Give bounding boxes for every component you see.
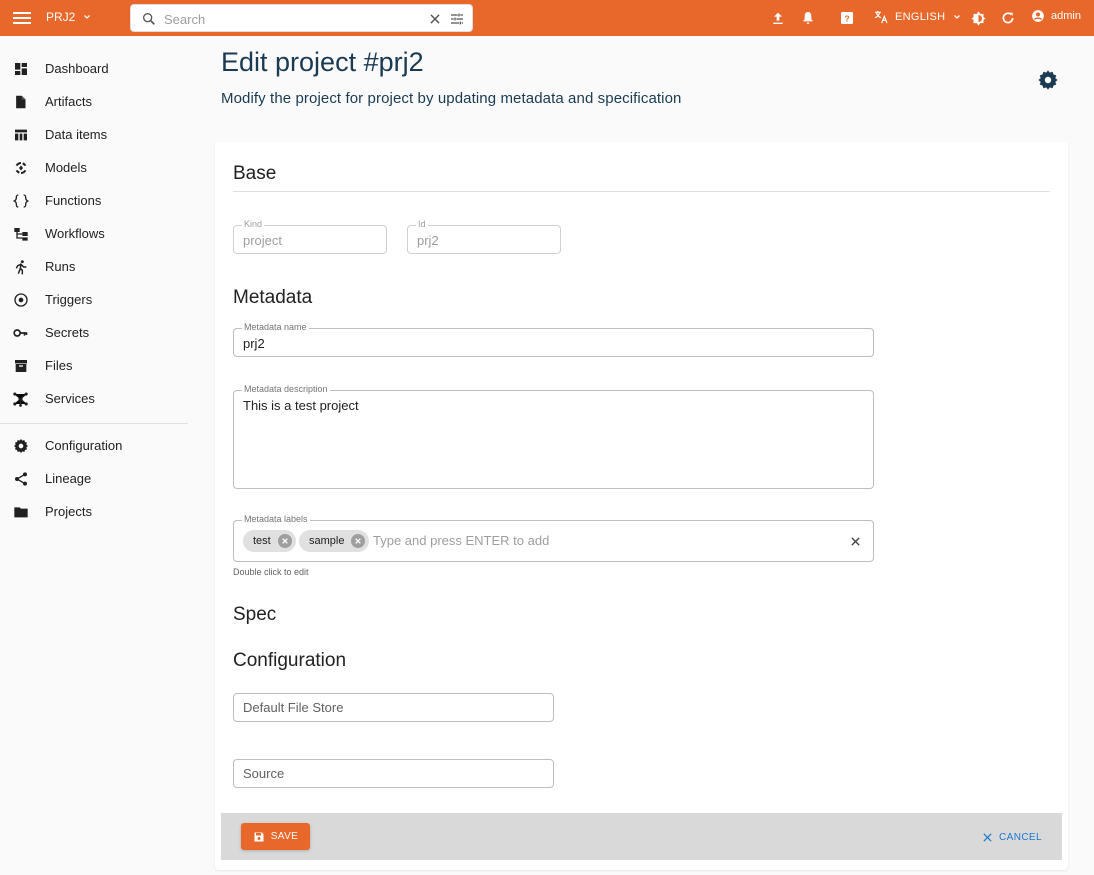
source-field[interactable] [233,759,554,788]
labels-helper-text: Double click to edit [233,567,309,577]
table-icon [12,126,29,143]
sidebar-item-lineage[interactable]: Lineage [0,462,188,495]
key-icon [12,324,29,341]
sidebar-item-secrets[interactable]: Secrets [0,316,188,349]
gear-icon [12,437,29,454]
sidebar-item-configuration[interactable]: Configuration [0,429,188,462]
sidebar: Dashboard Artifacts Data items Models Fu… [0,36,188,875]
trigger-icon [12,291,29,308]
save-icon [254,832,264,841]
section-base-heading: Base [233,163,277,184]
metadata-name-field[interactable]: Metadata name prj2 [233,322,874,357]
project-name: PRJ2 [46,10,76,24]
kind-label: Kind [242,219,265,229]
chip-label: sample [309,535,345,547]
sidebar-item-workflows[interactable]: Workflows [0,217,188,250]
dashboard-icon [12,60,29,77]
chip-label: test [253,535,271,547]
braces-icon [12,192,29,209]
sidebar-item-services[interactable]: Services [0,382,188,415]
theme-icon[interactable] [969,9,987,27]
sidebar-item-triggers[interactable]: Triggers [0,283,188,316]
default-file-store-input[interactable] [243,700,531,715]
kind-value: project [243,233,283,248]
metadata-name-label: Metadata name [242,322,309,332]
sidebar-item-files[interactable]: Files [0,349,188,382]
section-metadata-heading: Metadata [233,287,313,308]
search-input[interactable] [164,9,414,29]
file-icon [12,93,29,110]
run-icon [12,258,29,275]
model-icon [12,159,29,176]
form-toolbar [221,813,1062,860]
account-circle-icon [1032,10,1044,22]
sidebar-item-data-items[interactable]: Data items [0,118,188,151]
save-button[interactable]: SAVE [241,823,310,850]
upload-icon[interactable] [769,9,787,27]
search-icon [143,12,155,25]
sidebar-item-models[interactable]: Models [0,151,188,184]
metadata-description-label: Metadata description [242,384,330,394]
page-subtitle: Modify the project for project by updati… [221,90,682,107]
cancel-label: CANCEL [999,831,1042,843]
section-divider [233,191,1050,192]
clear-labels-icon[interactable] [850,536,861,547]
id-label: Id [416,219,428,229]
default-file-store-field[interactable] [233,693,554,722]
kind-field: Kind project [233,219,387,254]
share-icon [12,470,29,487]
label-chip-test[interactable]: test [243,530,296,552]
workflow-icon [12,225,29,242]
close-icon [983,832,992,842]
search-box [130,4,473,32]
user-menu[interactable]: admin [1031,9,1081,23]
sidebar-item-artifacts[interactable]: Artifacts [0,85,188,118]
refresh-icon[interactable] [999,9,1017,27]
metadata-name-value[interactable]: prj2 [243,336,265,351]
id-value: prj2 [417,233,439,248]
section-spec-heading: Spec [233,604,277,625]
tune-icon[interactable] [449,11,465,27]
chip-remove-icon[interactable] [351,534,366,548]
metadata-description-field[interactable]: Metadata description This is a test proj… [233,384,874,489]
id-field: Id prj2 [407,219,561,254]
metadata-labels-label: Metadata labels [242,514,310,524]
labels-input[interactable] [373,533,823,548]
help-icon[interactable]: ? [838,9,856,27]
sidebar-item-runs[interactable]: Runs [0,250,188,283]
metadata-description-value[interactable]: This is a test project [243,398,359,413]
chip-remove-icon[interactable] [277,534,292,548]
page-title: Edit project #prj2 [221,47,424,77]
clear-icon[interactable] [428,12,442,26]
source-input[interactable] [243,766,531,781]
sidebar-item-dashboard[interactable]: Dashboard [0,52,188,85]
sidebar-item-functions[interactable]: Functions [0,184,188,217]
menu-icon[interactable] [13,9,31,27]
chevron-down-icon [84,15,91,19]
archive-icon [12,357,29,374]
metadata-labels-field[interactable]: Metadata labels test sample [233,514,874,562]
section-configuration-heading: Configuration [233,650,347,671]
save-label: SAVE [270,831,299,842]
bell-icon[interactable] [799,9,817,27]
svg-text:?: ? [844,13,849,23]
translate-icon [874,11,888,24]
settings-gear-icon[interactable] [1037,69,1059,91]
sidebar-divider [0,423,188,424]
language-label: ENGLISH [895,11,946,23]
user-name: admin [1051,10,1081,22]
sidebar-item-projects[interactable]: Projects [0,495,188,528]
top-bar: PRJ2 ? ENGLISH admin [0,0,1094,36]
project-selector[interactable]: PRJ2 [46,10,93,24]
language-selector[interactable]: ENGLISH [873,9,963,25]
chevron-down-icon [954,15,961,19]
cancel-button[interactable]: CANCEL [982,828,1042,846]
hub-icon [12,390,29,407]
label-chip-sample[interactable]: sample [299,530,370,552]
folder-icon [12,503,29,520]
